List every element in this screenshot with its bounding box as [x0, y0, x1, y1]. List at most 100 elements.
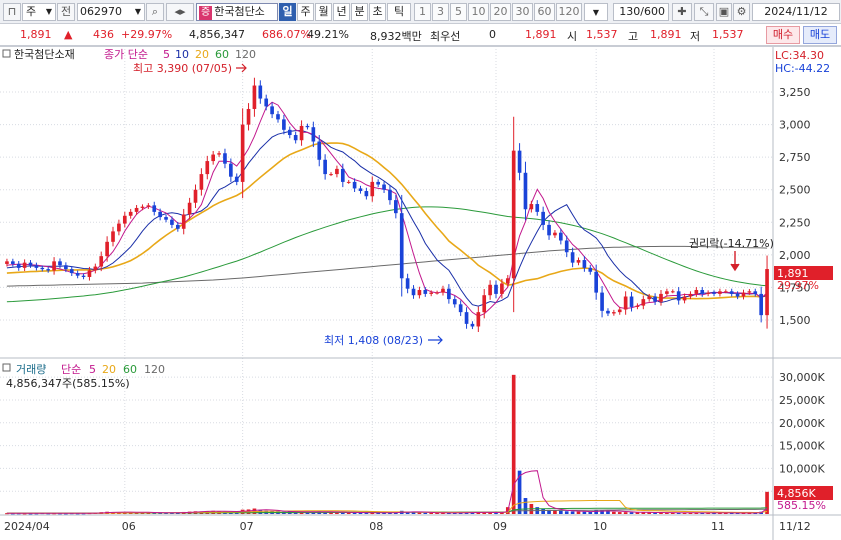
tab-yearly[interactable]: 년 [333, 3, 350, 21]
volume-bar [423, 512, 428, 514]
candle-body [305, 125, 310, 128]
candle-body [405, 278, 410, 289]
candle-body [488, 284, 492, 296]
save-icon[interactable]: ▣ [716, 3, 732, 21]
volume-label: 거래량 [16, 363, 46, 376]
candle-body [329, 174, 333, 176]
prev-button[interactable]: 전 [57, 3, 75, 21]
sell-button[interactable]: 매도 [803, 26, 837, 44]
candle-body [64, 265, 68, 270]
interval-10[interactable]: 10 [468, 3, 489, 21]
candle-body [606, 310, 610, 314]
candle-body [105, 241, 109, 257]
low-annotation: 최저 1,408 (08/23) [324, 334, 423, 347]
buy-button[interactable]: 매수 [766, 26, 800, 44]
candle-body [747, 291, 752, 293]
interval-custom-select[interactable]: ▼ [584, 3, 608, 21]
interval-5[interactable]: 5 [450, 3, 467, 21]
volume-bar [541, 508, 545, 514]
ma-legend-20: 20 [195, 48, 209, 61]
date-tick-label: 11 [711, 520, 725, 533]
up-arrow-icon: ▲ [64, 28, 73, 41]
candle-body [117, 223, 121, 232]
candle-body [16, 263, 21, 268]
candle-body [723, 291, 728, 293]
price-tick-label: 2,250 [779, 216, 811, 229]
interval-120[interactable]: 120 [556, 3, 582, 21]
candle-body [52, 261, 56, 271]
candle-body [494, 284, 498, 294]
candle-body [246, 108, 251, 125]
tab-second[interactable]: 초 [369, 3, 386, 21]
candle-body [553, 232, 557, 236]
last-price-pct: 29.97% [777, 279, 819, 292]
stock-chart[interactable]: 1,5001,7502,0002,2502,5002,7503,0003,250… [0, 46, 841, 540]
volume-tick-label: 25,000K [779, 394, 825, 407]
current-price: 1,891 [20, 28, 52, 41]
chart-area[interactable]: 1,500 1,750 2,000 2,250 2,500 2,750 3,000 3,250… [0, 46, 841, 540]
ma-legend-label: 종가 단순 [104, 48, 148, 61]
rights-annotation: 권리락(-14.71%) [689, 237, 774, 250]
candle-body [170, 219, 174, 225]
candle-body [287, 129, 292, 136]
tab-weekly[interactable]: 주 [297, 3, 314, 21]
search-icon[interactable]: ⌕ [146, 3, 164, 21]
interval-1[interactable]: 1 [414, 3, 431, 21]
interval-60[interactable]: 60 [534, 3, 555, 21]
settings-icon[interactable]: ⚙ [733, 3, 750, 21]
stock-code-input[interactable]: 062970 ▼ [77, 3, 145, 21]
tab-monthly[interactable]: 월 [315, 3, 332, 21]
tab-minute[interactable]: 분 [351, 3, 368, 21]
candle-body [547, 224, 551, 236]
candle-body [134, 207, 139, 212]
date-input[interactable]: 2024/11/12 [752, 3, 840, 21]
candle-body [476, 312, 481, 327]
candle-body [759, 293, 763, 316]
tab-tick[interactable]: 틱 [387, 3, 411, 21]
candle-body [146, 205, 151, 207]
candle-body [164, 217, 168, 220]
volume-bar [417, 512, 422, 514]
price-tick-label: 2,750 [779, 151, 811, 164]
market-select-value: 주 [26, 5, 37, 18]
candle-body [181, 214, 186, 229]
chart-toolbar: ⊓ 주 ▼ 전 062970 ▼ ⌕ ◂▸ 증 한국첨단소 일 주 월 년 분 초 틱… [0, 0, 841, 24]
interval-20[interactable]: 20 [490, 3, 511, 21]
candle-body [706, 292, 710, 294]
stock-name-field[interactable]: 증 한국첨단소 [196, 3, 278, 21]
candle-body [482, 295, 487, 313]
interval-3[interactable]: 3 [432, 3, 449, 21]
candle-body [505, 278, 510, 284]
candle-body [187, 202, 192, 215]
candle-body [682, 296, 687, 301]
interval-30[interactable]: 30 [512, 3, 533, 21]
market-select[interactable]: 주 ▼ [22, 3, 56, 21]
candle-body [111, 231, 115, 242]
tab-daily[interactable]: 일 [279, 3, 296, 21]
candle-body [688, 293, 693, 297]
chevron-down-icon: ▼ [134, 7, 141, 16]
candle-body [564, 240, 569, 253]
candle-body [122, 215, 127, 224]
candle-body [175, 224, 180, 229]
open-value: 1,537 [586, 28, 618, 41]
stock-nav-icon[interactable]: ◂▸ [166, 3, 194, 21]
candle-body [441, 288, 445, 293]
candle-body [223, 153, 227, 164]
volume-bar [564, 511, 569, 514]
chart-layout-icon[interactable]: ⊓ [3, 3, 21, 21]
candle-body [388, 189, 392, 201]
candle-body [34, 265, 39, 268]
quote-price: 1,891 [525, 28, 557, 41]
candle-body [712, 292, 716, 294]
low-value: 1,537 [712, 28, 744, 41]
data-count-input[interactable]: 130/600 [613, 3, 669, 21]
crosshair-icon[interactable]: ✚ [672, 3, 692, 21]
zoom-reset-icon[interactable]: ⤡ [694, 3, 714, 21]
volume-tick-label: 15,000K [779, 440, 825, 453]
candle-body [500, 283, 504, 294]
candle-body [240, 124, 245, 182]
volume-bar [765, 491, 769, 514]
candle-body [423, 290, 428, 294]
volume-tick-label: 20,000K [779, 417, 825, 430]
